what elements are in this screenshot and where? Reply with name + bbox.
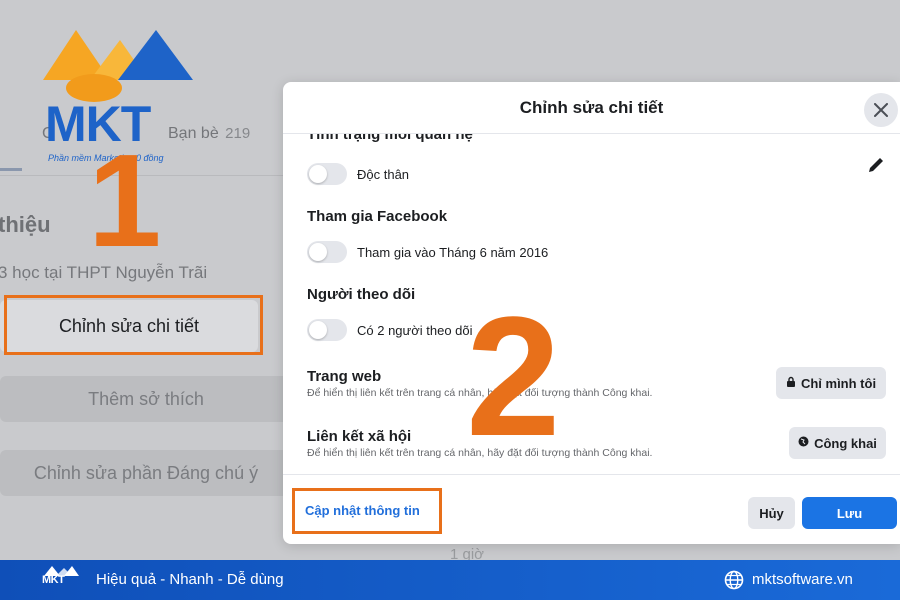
highlight-box-edit-details: [4, 295, 263, 355]
button-label: Chỉnh sửa phần Đáng chú ý: [33, 462, 259, 483]
edit-pencil-button[interactable]: [865, 154, 887, 176]
followers-toggle-label: Có 2 người theo dõi: [357, 322, 473, 338]
joined-toggle-label: Tham gia vào Tháng 6 năm 2016: [357, 244, 549, 260]
website-privacy-button[interactable]: Chỉ mình tôi: [776, 367, 886, 399]
edit-featured-button[interactable]: Chỉnh sửa phần Đáng chú ý: [0, 450, 292, 496]
brand-banner: MKT Hiệu quả - Nhanh - Dễ dùng mktsoftwa…: [0, 560, 900, 600]
followers-toggle-row: Có 2 người theo dõi: [307, 318, 473, 342]
followers-toggle[interactable]: [307, 319, 347, 341]
close-button[interactable]: [864, 93, 898, 127]
joined-toggle[interactable]: [307, 241, 347, 263]
toggle-knob: [309, 243, 327, 261]
social-privacy-button[interactable]: Công khai: [789, 427, 886, 459]
joined-title: Tham gia Facebook: [307, 208, 448, 225]
save-label: Lưu: [836, 505, 863, 521]
relationship-title: Tình trạng mối quan hệ: [307, 134, 473, 143]
button-label: Thêm sở thích: [88, 388, 204, 409]
edit-details-dialog: Chỉnh sửa chi tiết Tình trạng mối quan h…: [283, 82, 900, 544]
active-tab-underline: [0, 168, 22, 171]
banner-logo-text: MKT: [42, 574, 65, 586]
dialog-body[interactable]: Tình trạng mối quan hệ Độc thân Tham gia…: [283, 134, 900, 474]
step-number-1: 1: [88, 127, 162, 274]
globe-icon: [724, 570, 744, 590]
dialog-title: Chỉnh sửa chi tiết: [519, 98, 664, 117]
social-privacy-label: Công khai: [814, 435, 877, 451]
add-hobbies-button[interactable]: Thêm sở thích: [0, 376, 292, 422]
banner-slogan: Hiệu quả - Nhanh - Dễ dùng: [96, 571, 284, 588]
social-title: Liên kết xã hội: [307, 428, 412, 445]
relationship-toggle[interactable]: [307, 163, 347, 185]
step-number-2: 2: [466, 282, 561, 472]
followers-title: Người theo dõi: [307, 286, 416, 303]
dialog-header: Chỉnh sửa chi tiết: [283, 82, 900, 134]
website-privacy-label: Chỉ mình tôi: [800, 375, 877, 391]
joined-toggle-row: Tham gia vào Tháng 6 năm 2016: [307, 240, 548, 264]
cancel-label: Hủy: [759, 505, 784, 521]
cancel-button[interactable]: Hủy: [748, 497, 795, 529]
toggle-knob: [309, 165, 327, 183]
banner-website[interactable]: mktsoftware.vn: [752, 571, 853, 588]
friends-count: 219: [225, 125, 251, 142]
close-icon: [874, 103, 888, 117]
website-title: Trang web: [307, 368, 382, 385]
relationship-toggle-label: Độc thân: [357, 166, 410, 182]
save-button[interactable]: Lưu: [802, 497, 897, 529]
relationship-toggle-row: Độc thân: [307, 162, 409, 186]
lock-icon: [786, 376, 796, 390]
highlight-box-update-info: [292, 488, 442, 534]
toggle-knob: [309, 321, 327, 339]
intro-heading: thiệu: [0, 212, 51, 237]
pencil-icon: [869, 158, 883, 172]
globe-icon: [798, 436, 809, 450]
